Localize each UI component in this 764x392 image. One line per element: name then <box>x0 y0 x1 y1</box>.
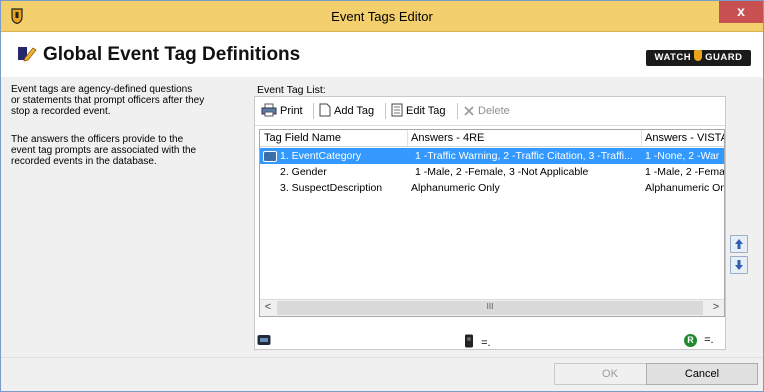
answers-vista-cell: 1 -Male, 2 -Fema <box>645 166 724 178</box>
column-divider[interactable] <box>407 130 408 146</box>
tag-field-name-cell: 3. SuspectDescription <box>280 182 383 194</box>
body-camera-icon <box>465 334 473 348</box>
delete-button[interactable]: Delete <box>463 103 510 119</box>
description-line: The answers the officers provide to the <box>11 134 184 145</box>
answers-4re-cell: 1 -Traffic Warning, 2 -Traffic Citation,… <box>415 150 633 162</box>
legend-vista: =. <box>464 334 491 349</box>
move-down-button[interactable] <box>730 256 748 274</box>
grid-header: Tag Field Name Answers - 4RE Answers - V… <box>260 130 724 147</box>
toolbar-divider <box>385 103 386 119</box>
r-badge-icon: R <box>684 334 697 347</box>
r-legend-text: =. <box>704 334 714 346</box>
print-label: Print <box>280 105 303 117</box>
camera-icon <box>263 151 277 162</box>
scroll-right-button[interactable]: > <box>708 300 724 316</box>
answers-4re-cell: 1 -Male, 2 -Female, 3 -Not Applicable <box>415 166 589 178</box>
print-button[interactable]: Print <box>261 103 303 119</box>
description-line: stop a recorded event. <box>11 106 111 117</box>
logo-text-right: GUARD <box>705 52 743 63</box>
list-toolbar: Print Add Tag Edit Tag Delete <box>255 97 725 126</box>
cancel-button[interactable]: Cancel <box>646 363 758 385</box>
column-header-tag-field-name[interactable]: Tag Field Name <box>264 132 341 144</box>
delete-x-icon <box>464 106 474 116</box>
legend-r: R =. <box>684 334 714 347</box>
toolbar-divider <box>457 103 458 119</box>
logo-shield-icon <box>694 50 703 61</box>
description-line: or statements that prompt officers after… <box>11 95 205 106</box>
delete-label: Delete <box>478 105 510 117</box>
event-tags-editor-window: Event Tags Editor x Global Event Tag Def… <box>0 0 764 392</box>
event-tag-list-label: Event Tag List: <box>257 84 326 96</box>
column-header-answers-vista[interactable]: Answers - VISTA <box>645 132 724 144</box>
logo-text-left: WATCH <box>654 52 692 63</box>
horizontal-scrollbar[interactable]: < III > <box>260 299 724 316</box>
description-line: event tag prompts are associated with th… <box>11 145 197 156</box>
scroll-thumb[interactable]: III <box>277 301 703 315</box>
title-bar: Event Tags Editor x <box>1 1 763 32</box>
footer-divider <box>1 357 763 358</box>
scroll-left-button[interactable]: < <box>260 300 276 316</box>
new-document-icon <box>319 103 331 117</box>
answers-vista-cell: Alphanumeric On <box>645 182 724 194</box>
description-paragraph-1: Event tags are agency-defined questions … <box>11 84 243 117</box>
description-line: Event tags are agency-defined questions <box>11 84 193 95</box>
tag-pencil-icon <box>18 47 37 62</box>
table-row[interactable]: 1. EventCategory 1 -Traffic Warning, 2 -… <box>260 148 724 164</box>
camera-icon <box>257 335 271 345</box>
add-tag-button[interactable]: Add Tag <box>319 103 374 119</box>
event-tag-grid: Tag Field Name Answers - 4RE Answers - V… <box>259 129 725 317</box>
move-up-button[interactable] <box>730 235 748 253</box>
answers-vista-cell: 1 -None, 2 -War <box>645 150 720 162</box>
event-tag-list-panel: Print Add Tag Edit Tag Delete Tag Field … <box>254 96 726 350</box>
page-title: Global Event Tag Definitions <box>43 44 301 65</box>
header-banner: Global Event Tag Definitions WATCH GUARD <box>1 32 763 77</box>
answers-4re-cell: Alphanumeric Only <box>411 182 500 194</box>
table-row[interactable]: 3. SuspectDescription Alphanumeric Only … <box>260 180 724 196</box>
watchguard-logo: WATCH GUARD <box>646 50 751 66</box>
column-header-answers-4re[interactable]: Answers - 4RE <box>411 132 484 144</box>
tag-field-name-cell: 2. Gender <box>280 166 327 178</box>
column-divider[interactable] <box>641 130 642 146</box>
arrow-up-icon <box>735 239 743 249</box>
toolbar-divider <box>313 103 314 119</box>
tag-field-name-cell: 1. EventCategory <box>280 150 362 162</box>
window-title: Event Tags Editor <box>331 9 433 24</box>
edit-tag-button[interactable]: Edit Tag <box>391 103 446 119</box>
add-tag-label: Add Tag <box>334 105 375 117</box>
edit-document-icon <box>391 103 403 117</box>
printer-icon <box>261 103 277 117</box>
legend-4re <box>257 334 271 349</box>
description-paragraph-2: The answers the officers provide to the … <box>11 134 243 167</box>
edit-tag-label: Edit Tag <box>406 105 446 117</box>
table-row[interactable]: 2. Gender 1 -Male, 2 -Female, 3 -Not App… <box>260 164 724 180</box>
close-button[interactable]: x <box>719 1 763 23</box>
description-line: recorded events in the database. <box>11 156 157 167</box>
vista-legend-text: =. <box>481 337 491 349</box>
arrow-down-icon <box>735 260 743 270</box>
